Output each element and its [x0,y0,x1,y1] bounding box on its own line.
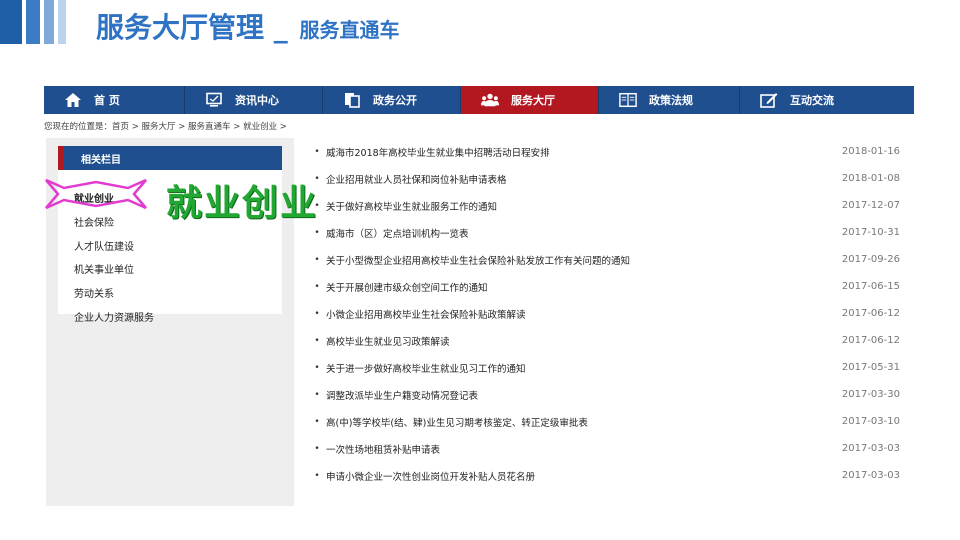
news-title[interactable]: 关于做好高校毕业生就业服务工作的通知 [326,199,830,213]
list-item[interactable]: • 关于进一步做好高校毕业生就业见习工作的通知 2017-05-31 [308,354,900,381]
list-item[interactable]: • 威海市（区）定点培训机构一览表 2017-10-31 [308,219,900,246]
slide-subtitle: 服务直通车 [299,18,400,42]
nav-label: 政策法规 [649,94,693,107]
main-nav: 首 页 资讯中心 政务公开 服务大厅 政策法规 互动交流 [44,86,914,114]
sidebar-item-labor[interactable]: 劳动关系 [74,285,114,300]
bullet-icon: • [314,227,320,238]
bullet-icon: • [314,281,320,292]
employment-annotation: 就业创业 [166,182,319,224]
nav-label: 互动交流 [790,94,834,107]
nav-item-home[interactable]: 首 页 [44,86,185,114]
bullet-icon: • [314,335,320,346]
list-item[interactable]: • 申请小微企业一次性创业岗位开发补贴人员花名册 2017-03-03 [308,462,900,489]
news-title[interactable]: 企业招用就业人员社保和岗位补贴申请表格 [326,172,830,186]
list-item[interactable]: • 关于开展创建市级众创空间工作的通知 2017-06-15 [308,273,900,300]
sidebar-item-social-insurance[interactable]: 社会保险 [74,214,114,229]
nav-label: 政务公开 [373,94,417,107]
bullet-icon: • [314,389,320,400]
nav-label: 服务大厅 [511,94,555,107]
sidebar-item-institutions[interactable]: 机关事业单位 [74,261,134,276]
nav-label: 首 页 [94,94,120,107]
bullet-icon: • [314,146,320,157]
list-item[interactable]: • 调整改派毕业生户籍变动情况登记表 2017-03-30 [308,381,900,408]
bullet-icon: • [314,416,320,427]
list-item[interactable]: • 关于做好高校毕业生就业服务工作的通知 2017-12-07 [308,192,900,219]
highlight-star-shape [45,178,147,210]
sidebar-item-talent[interactable]: 人才队伍建设 [74,238,134,253]
slide-title: 服务大厅管理 _ 服务直通车 [96,6,400,46]
website-screenshot: 首 页 资讯中心 政务公开 服务大厅 政策法规 互动交流 您现在的位置是：首页 … [44,86,914,506]
news-date: 2017-09-26 [841,254,900,265]
book-icon [619,92,637,108]
news-title[interactable]: 小微企业招用高校毕业生社会保险补贴政策解读 [326,307,830,321]
nav-item-gov-affairs[interactable]: 政务公开 [323,86,461,114]
news-date: 2018-01-08 [841,173,900,184]
home-icon [64,92,82,108]
bullet-icon: • [314,443,320,454]
news-date: 2017-06-12 [841,308,900,319]
title-decoration [0,0,66,44]
news-date: 2018-01-16 [841,146,900,157]
news-date: 2017-05-31 [841,362,900,373]
list-item[interactable]: • 一次性场地租赁补贴申请表 2017-03-03 [308,435,900,462]
news-title[interactable]: 关于开展创建市级众创空间工作的通知 [326,280,830,294]
news-title[interactable]: 关于进一步做好高校毕业生就业见习工作的通知 [326,361,830,375]
news-title[interactable]: 一次性场地租赁补贴申请表 [326,442,830,456]
news-title[interactable]: 威海市（区）定点培训机构一览表 [326,226,830,240]
document-icon [343,92,361,108]
news-title[interactable]: 高校毕业生就业见习政策解读 [326,334,830,348]
nav-item-policy[interactable]: 政策法规 [599,86,740,114]
news-date: 2017-03-10 [841,416,900,427]
news-title[interactable]: 关于小型微型企业招用高校毕业生社会保险补贴发放工作有关问题的通知 [326,253,830,267]
list-item[interactable]: • 企业招用就业人员社保和岗位补贴申请表格 2018-01-08 [308,165,900,192]
news-date: 2017-03-03 [841,443,900,454]
nav-item-interaction[interactable]: 互动交流 [740,86,914,114]
bullet-icon: • [314,308,320,319]
news-date: 2017-03-30 [841,389,900,400]
news-date: 2017-10-31 [841,227,900,238]
nav-item-news[interactable]: 资讯中心 [185,86,323,114]
bullet-icon: • [314,470,320,481]
bullet-icon: • [314,173,320,184]
news-date: 2017-06-12 [841,335,900,346]
bullet-icon: • [314,362,320,373]
news-date: 2017-06-15 [841,281,900,292]
list-item[interactable]: • 高校毕业生就业见习政策解读 2017-06-12 [308,327,900,354]
sidebar-panel: 相关栏目 就业创业 社会保险 人才队伍建设 机关事业单位 劳动关系 企业人力资源… [58,146,282,324]
sidebar-item-hr-services[interactable]: 企业人力资源服务 [74,309,154,324]
bullet-icon: • [314,200,320,211]
sidebar-heading: 相关栏目 [58,146,282,170]
nav-label: 资讯中心 [235,94,279,107]
edit-icon [760,92,778,108]
news-list: • 威海市2018年高校毕业生就业集中招聘活动日程安排 2018-01-16 • 企业… [308,138,914,506]
news-date: 2017-03-03 [841,470,900,481]
breadcrumb: 您现在的位置是：首页 > 服务大厅 > 服务直通车 > 就业创业 > [44,122,287,132]
people-icon [481,92,499,108]
news-title[interactable]: 申请小微企业一次性创业岗位开发补贴人员花名册 [326,469,830,483]
news-title[interactable]: 高(中)等学校毕(结、肄)业生见习期考核鉴定、转正定级审批表 [326,415,830,429]
sidebar: 相关栏目 就业创业 社会保险 人才队伍建设 机关事业单位 劳动关系 企业人力资源… [45,138,316,506]
news-title[interactable]: 调整改派毕业生户籍变动情况登记表 [326,388,830,402]
list-item[interactable]: • 关于小型微型企业招用高校毕业生社会保险补贴发放工作有关问题的通知 2017-09… [308,246,900,273]
slide-title-main: 服务大厅管理 [96,11,265,44]
news-date: 2017-12-07 [841,200,900,211]
slide: 服务大厅管理 _ 服务直通车 首 页 资讯中心 政务公开 服务大厅 政策法规 互… [0,0,960,540]
nav-item-service-hall[interactable]: 服务大厅 [461,86,599,114]
list-item[interactable]: • 小微企业招用高校毕业生社会保险补贴政策解读 2017-06-12 [308,300,900,327]
monitor-icon [205,92,223,108]
list-item[interactable]: • 威海市2018年高校毕业生就业集中招聘活动日程安排 2018-01-16 [308,138,900,165]
bullet-icon: • [314,254,320,265]
list-item[interactable]: • 高(中)等学校毕(结、肄)业生见习期考核鉴定、转正定级审批表 2017-03-1… [308,408,900,435]
slide-title-separator: _ [273,11,288,44]
news-title[interactable]: 威海市2018年高校毕业生就业集中招聘活动日程安排 [326,145,830,159]
